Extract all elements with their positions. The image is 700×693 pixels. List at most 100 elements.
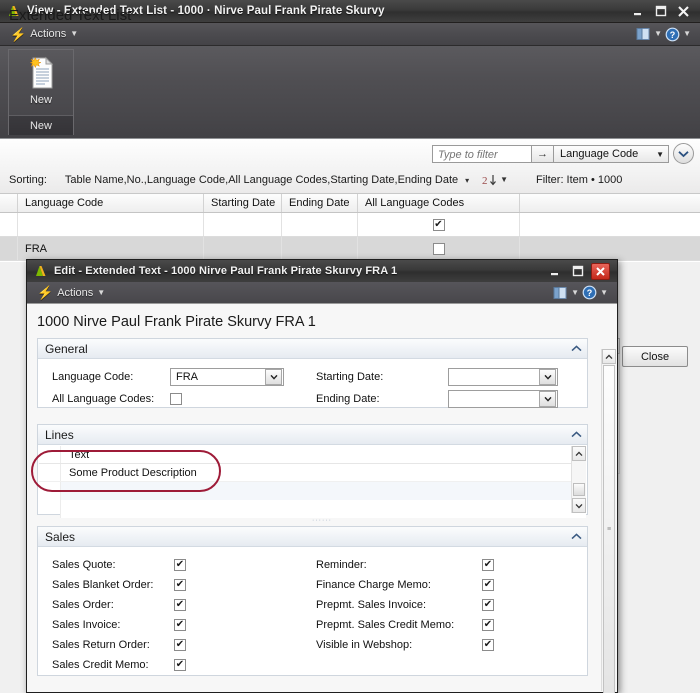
dialog-scrollbar[interactable]: ≡ xyxy=(601,349,616,693)
maximize-icon[interactable] xyxy=(568,263,587,280)
cell-starting-date xyxy=(204,237,282,260)
filter-info: Filter: Item • 1000 xyxy=(536,174,623,186)
close-button[interactable]: Close xyxy=(622,346,688,367)
lines-column-header-text[interactable]: Text xyxy=(61,449,89,461)
starting-date-field[interactable] xyxy=(448,368,558,386)
language-code-field[interactable]: FRA xyxy=(170,368,284,386)
chevron-up-icon[interactable] xyxy=(602,349,616,364)
chevron-up-icon[interactable] xyxy=(572,446,586,461)
help-icon[interactable]: ? xyxy=(582,285,597,300)
minimize-icon[interactable] xyxy=(545,263,564,280)
notes-pane-icon[interactable] xyxy=(553,286,568,300)
scrollbar-thumb[interactable]: ≡ xyxy=(603,365,615,693)
lines-resize-grip[interactable]: ······ xyxy=(27,517,617,524)
checkbox-all-language-codes[interactable]: ✔ xyxy=(170,393,182,405)
close-icon[interactable] xyxy=(591,262,610,280)
filter-field-label: Language Code xyxy=(560,148,639,160)
checkbox-sales-blanket-order[interactable]: ✔ xyxy=(174,579,186,591)
dialog-actions-bar-right: ▼ ? ▼ xyxy=(553,285,617,300)
sales-left-column: Sales Quote: ✔ Sales Blanket Order: ✔ Sa… xyxy=(52,555,262,675)
checkbox-sales-invoice[interactable]: ✔ xyxy=(174,619,186,631)
ending-date-field[interactable] xyxy=(448,390,558,408)
caret-down-icon[interactable]: ▾ xyxy=(137,11,141,20)
caret-down-icon[interactable]: ▼ xyxy=(600,288,608,297)
checkbox-sales-quote[interactable]: ✔ xyxy=(174,559,186,571)
checkbox-finance-charge-memo[interactable]: ✔ xyxy=(482,579,494,591)
cell-starting-date xyxy=(204,213,282,236)
sales-quote-label: Sales Quote: xyxy=(52,559,116,571)
actions-button[interactable]: ⚡ Actions ▼ xyxy=(4,25,85,44)
all-language-codes-row: All Language Codes: ✔ Ending Date: xyxy=(38,388,587,410)
lines-scrollbar[interactable] xyxy=(571,446,586,513)
chevron-down-icon[interactable] xyxy=(265,369,282,385)
checkbox-visible-in-webshop[interactable]: ✔ xyxy=(482,639,494,651)
arrow-right-icon[interactable]: → xyxy=(532,145,554,163)
column-header-language-code[interactable]: Language Code xyxy=(18,194,204,212)
row-gutter xyxy=(0,213,18,236)
column-header-all-language-codes[interactable]: All Language Codes xyxy=(358,194,520,212)
chevron-down-icon[interactable] xyxy=(673,143,694,164)
actions-bar: ⚡ Actions ▼ ▼ ? ▼ xyxy=(0,23,700,46)
lines-gutter xyxy=(39,464,61,481)
sales-section-header[interactable]: Sales xyxy=(38,527,587,547)
chevron-up-icon[interactable] xyxy=(571,532,582,542)
caret-down-icon[interactable]: ▾ xyxy=(465,176,469,185)
caret-down-icon[interactable]: ▼ xyxy=(500,176,508,184)
caret-down-icon[interactable]: ▼ xyxy=(683,30,691,38)
chevron-up-icon[interactable] xyxy=(571,430,582,440)
ribbon-group-label: New xyxy=(9,115,73,135)
lines-row[interactable]: Some Product Description xyxy=(39,464,586,482)
filter-field-select[interactable]: Language Code ▼ xyxy=(554,145,669,163)
general-section-header[interactable]: General xyxy=(38,339,587,359)
grid-header: Language Code Starting Date Ending Date … xyxy=(0,194,700,213)
checkbox-prepmt-sales-invoice[interactable]: ✔ xyxy=(482,599,494,611)
checkbox-sales-return-order[interactable]: ✔ xyxy=(174,639,186,651)
column-header-ending-date[interactable]: Ending Date xyxy=(282,194,358,212)
checkbox-reminder[interactable]: ✔ xyxy=(482,559,494,571)
caret-down-icon[interactable]: ▼ xyxy=(654,30,662,38)
lines-section-header[interactable]: Lines xyxy=(38,425,587,445)
chevron-down-icon[interactable] xyxy=(539,391,556,407)
checkbox-sales-credit-memo[interactable]: ✔ xyxy=(174,659,186,671)
new-document-icon xyxy=(26,56,56,90)
general-section: General Language Code: FRA Starting Date… xyxy=(37,338,588,408)
minimize-icon[interactable] xyxy=(628,3,647,20)
close-icon[interactable] xyxy=(674,3,693,20)
checkbox-prepmt-sales-credit-memo[interactable]: ✔ xyxy=(482,619,494,631)
column-header-starting-date[interactable]: Starting Date xyxy=(204,194,282,212)
help-icon[interactable]: ? xyxy=(665,27,680,42)
lines-gutter xyxy=(39,482,61,500)
table-row[interactable]: ✔ xyxy=(0,213,700,237)
table-row[interactable]: FRA ✔ xyxy=(0,237,700,261)
sorting-row: Sorting: Table Name,No.,Language Code,Al… xyxy=(0,169,700,191)
sales-credit-memo-row: Sales Credit Memo: ✔ xyxy=(52,655,262,675)
lines-empty-row[interactable] xyxy=(39,500,586,518)
lines-empty-row[interactable] xyxy=(39,482,586,500)
sort-az-icon[interactable]: 2 xyxy=(482,173,498,187)
cell-all-language-codes: ✔ xyxy=(358,237,520,260)
language-code-row: Language Code: FRA Starting Date: xyxy=(38,366,587,388)
dialog-actions-button[interactable]: ⚡ Actions ▼ xyxy=(31,283,112,302)
caret-down-icon[interactable]: ▼ xyxy=(571,288,579,297)
svg-text:?: ? xyxy=(670,30,676,40)
sales-return-order-label: Sales Return Order: xyxy=(52,639,150,651)
scrollbar-thumb[interactable] xyxy=(573,483,585,496)
caret-down-icon: ▼ xyxy=(70,29,79,38)
lines-grid: Text Some Product Description xyxy=(39,446,586,518)
chevron-down-icon[interactable] xyxy=(539,369,556,385)
chevron-up-icon[interactable] xyxy=(571,344,582,354)
checkbox-all-language-codes[interactable]: ✔ xyxy=(432,218,445,231)
sorting-value[interactable]: Table Name,No.,Language Code,All Languag… xyxy=(65,174,458,186)
notes-pane-icon[interactable] xyxy=(636,27,651,41)
search-input[interactable] xyxy=(432,145,532,163)
new-button[interactable]: New xyxy=(9,50,73,116)
lines-gutter xyxy=(39,500,61,518)
chevron-down-icon[interactable] xyxy=(572,498,586,513)
checkbox-sales-order[interactable]: ✔ xyxy=(174,599,186,611)
checkbox-all-language-codes[interactable]: ✔ xyxy=(432,242,445,255)
lines-section-title: Lines xyxy=(45,427,74,442)
sales-invoice-row: Sales Invoice: ✔ xyxy=(52,615,262,635)
maximize-icon[interactable] xyxy=(651,3,670,20)
cell-language-code xyxy=(18,213,204,236)
list-page-title[interactable]: Extended Text List ▾ xyxy=(9,7,141,24)
